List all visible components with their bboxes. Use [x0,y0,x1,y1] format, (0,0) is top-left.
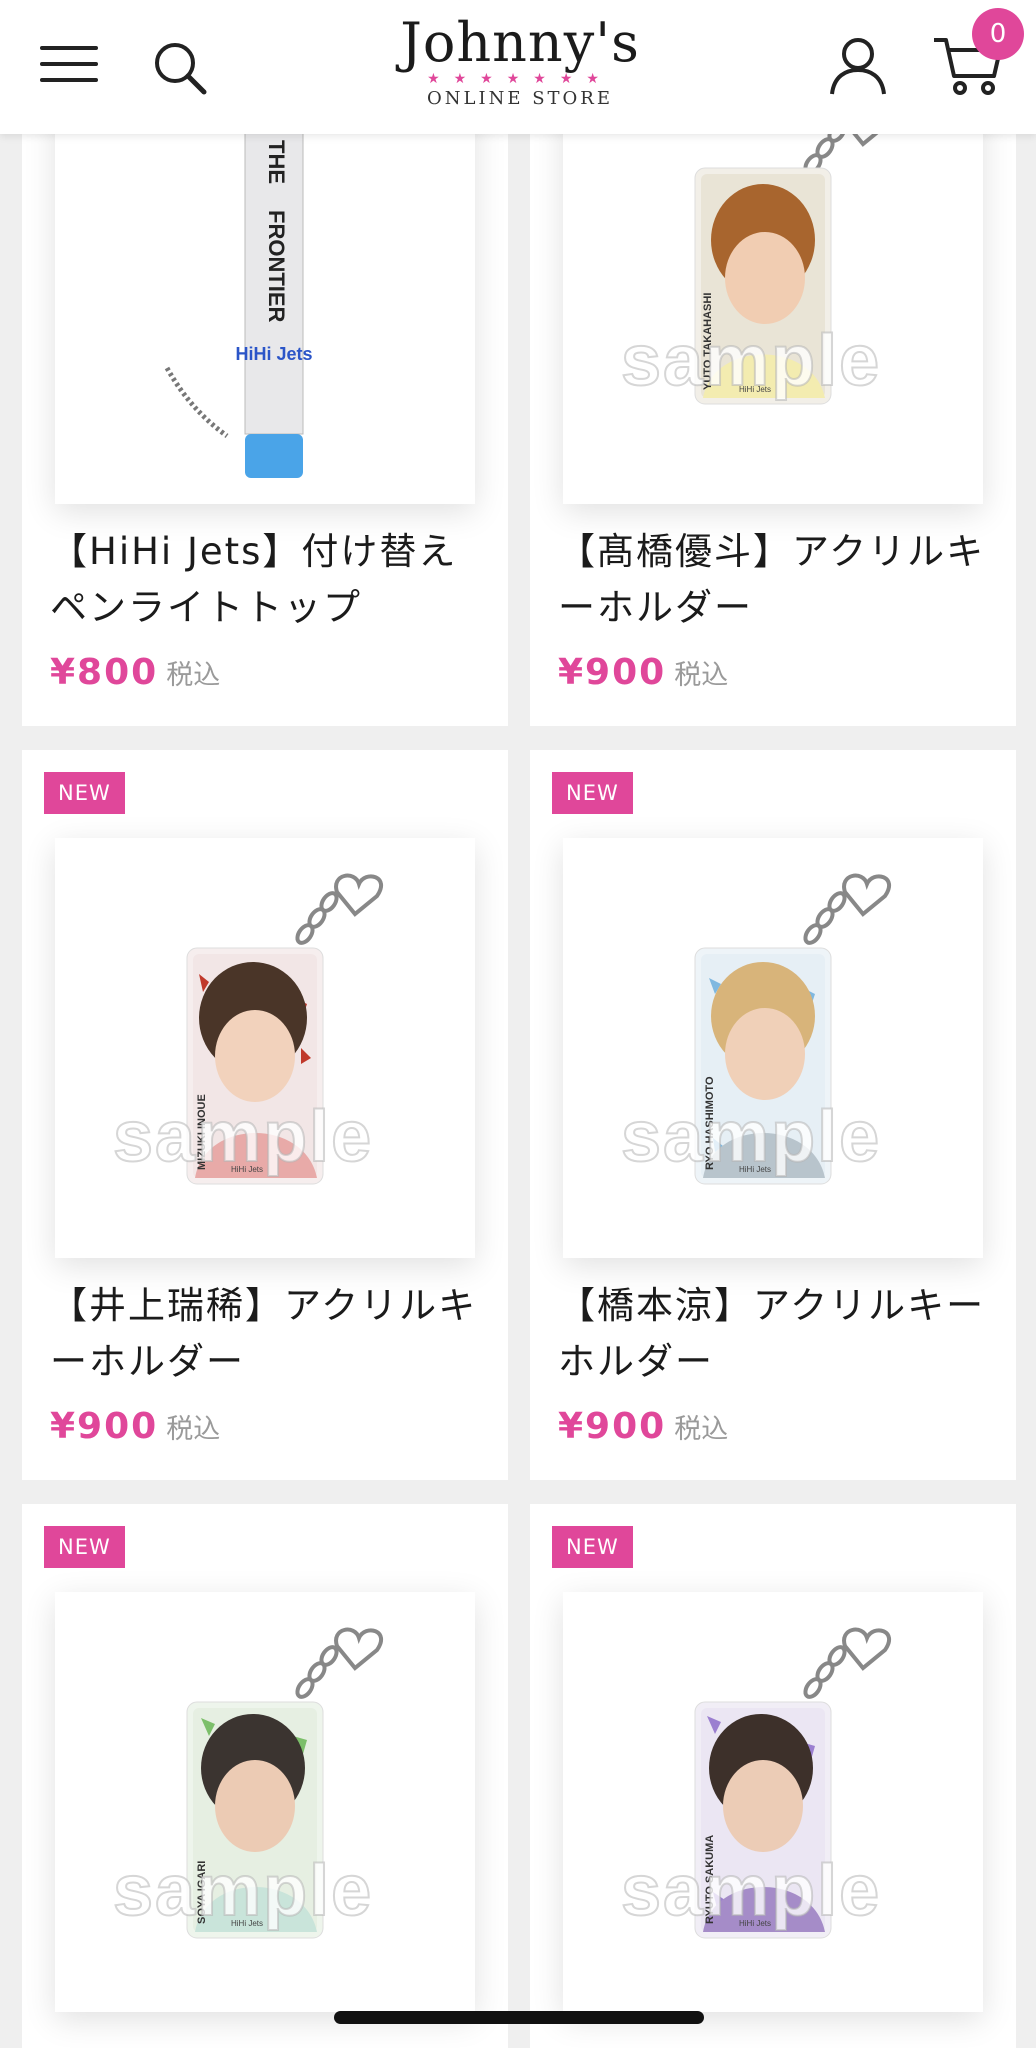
new-badge: NEW [552,1526,633,1568]
logo-subtext: ONLINE STORE [427,88,613,109]
product-card[interactable]: NEW SOYA IGARI HiHi Jets sample [22,1504,508,2048]
product-image[interactable]: RYO HASHIMOTO HiHi Jets sample [563,838,983,1258]
sample-watermark: sample [620,1096,882,1178]
price-row: ¥900 税込 [558,652,728,696]
sample-watermark: sample [112,1096,374,1178]
search-icon[interactable] [150,38,210,98]
tax-label: 税込 [674,1414,729,1445]
logo-stars-decoration: ★★★★★★★ [427,71,613,87]
product-card[interactable]: YUTO TAKAHASHI HiHi Jets sample 【髙橋優斗】アク… [530,100,1016,726]
penlight-print-line-1: THE [264,140,289,184]
tax-label: 税込 [674,660,729,691]
product-card[interactable]: NEW RYO HASHIMOTO HiHi Jets sample 【橋本涼】… [530,750,1016,1480]
sample-watermark: sample [620,1850,882,1932]
product-price: ¥900 [50,1406,159,1447]
menu-bar [40,78,98,82]
sample-watermark: sample [112,1850,374,1932]
price-row: ¥900 税込 [50,1406,220,1450]
top-header: Johnny's ★★★★★★★ ONLINE STORE 0 [0,0,1036,134]
product-card[interactable]: NEW RYUTO SAKUMA HiHi Jets sample [530,1504,1016,2048]
new-badge: NEW [44,772,125,814]
product-price: ¥900 [558,652,667,693]
product-image[interactable]: THE FRONTIER HiHi Jets [55,100,475,504]
product-title[interactable]: 【橋本涼】アクリルキーホルダー [558,1278,998,1390]
sample-watermark: sample [620,320,882,402]
product-title[interactable]: 【髙橋優斗】アクリルキーホルダー [558,524,998,636]
cart-count-badge: 0 [972,8,1024,60]
menu-bar [40,46,98,50]
product-image[interactable]: MIZUKI INOUE HiHi Jets sample [55,838,475,1258]
penlight-print-line-2: FRONTIER [264,210,289,323]
home-indicator[interactable] [334,2011,704,2024]
price-row: ¥900 税込 [558,1406,728,1450]
product-image[interactable]: SOYA IGARI HiHi Jets sample [55,1592,475,2012]
product-price: ¥800 [50,652,159,693]
penlight-brand-print: HiHi Jets [235,344,312,364]
new-badge: NEW [552,772,633,814]
product-card[interactable]: THE FRONTIER HiHi Jets 【HiHi Jets】付け替えペン… [22,100,508,726]
product-title[interactable]: 【井上瑞稀】アクリルキーホルダー [50,1278,490,1390]
menu-bar [40,62,98,66]
price-row: ¥800 税込 [50,652,220,696]
product-title[interactable]: 【HiHi Jets】付け替えペンライトトップ [50,524,490,636]
product-card[interactable]: NEW MIZUKI INOUE HiHi Jets sample 【井上瑞稀】… [22,750,508,1480]
product-price: ¥900 [558,1406,667,1447]
new-badge: NEW [44,1526,125,1568]
logo-wordmark: Johnny's [400,11,640,74]
user-icon[interactable] [826,34,890,98]
product-image[interactable]: RYUTO SAKUMA HiHi Jets sample [563,1592,983,2012]
tax-label: 税込 [166,1414,221,1445]
hamburger-menu-icon[interactable] [40,44,98,84]
tax-label: 税込 [166,660,221,691]
product-image[interactable]: YUTO TAKAHASHI HiHi Jets sample [563,100,983,504]
store-logo[interactable]: Johnny's ★★★★★★★ ONLINE STORE [400,12,640,122]
